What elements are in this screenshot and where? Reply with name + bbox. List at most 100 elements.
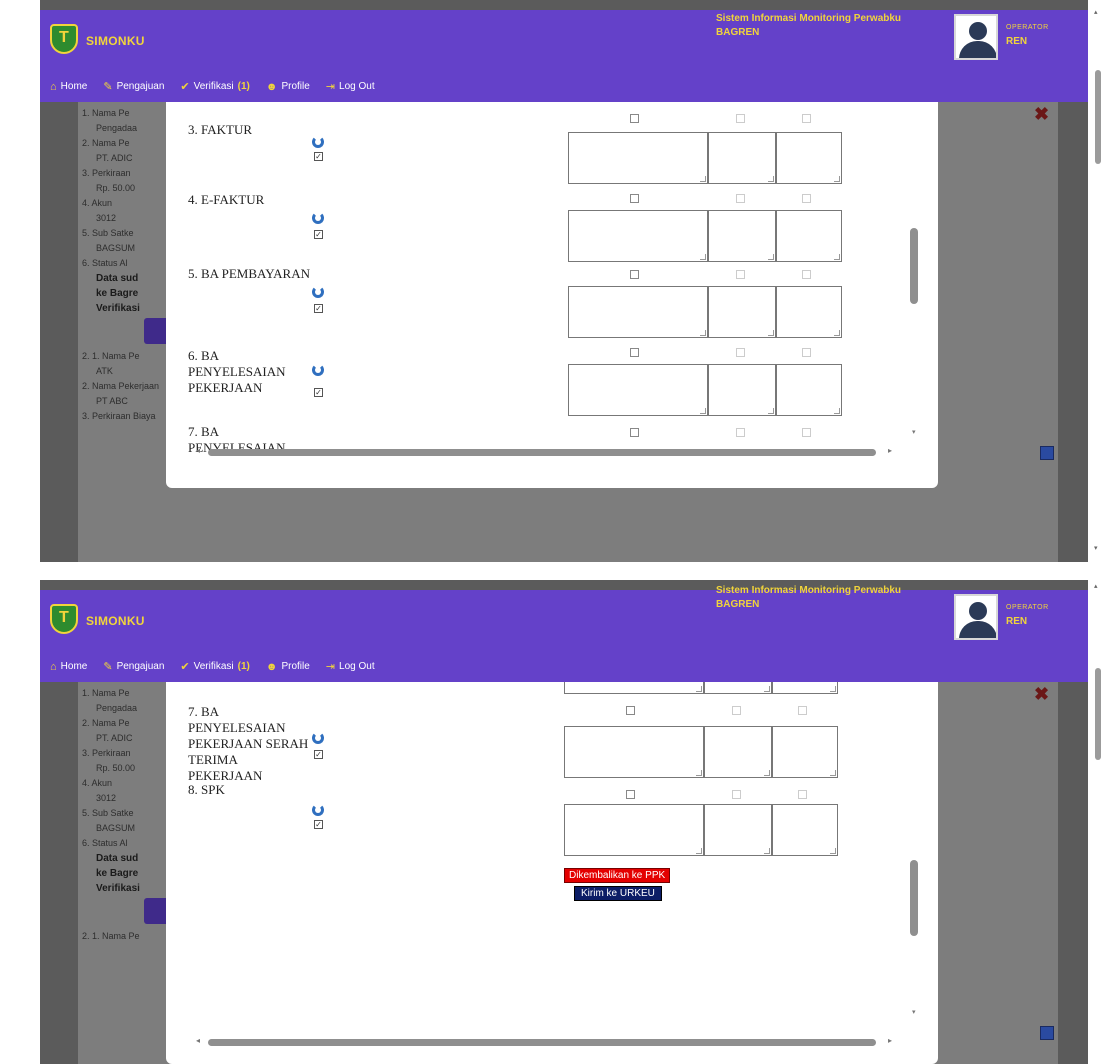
checkbox[interactable] — [626, 790, 635, 799]
checkbox-checked[interactable]: ✓ — [314, 304, 323, 313]
checkbox[interactable] — [626, 706, 635, 715]
checkbox[interactable] — [798, 790, 807, 799]
checkbox[interactable] — [736, 348, 745, 357]
note-textarea[interactable] — [772, 804, 838, 856]
checkbox[interactable] — [736, 428, 745, 437]
send-to-urkeu-button[interactable]: Kirim ke URKEU — [574, 886, 662, 901]
document-verification-modal: 7. BA PENYELESAIAN PEKERJAAN SERAH TERIM… — [166, 672, 938, 1064]
close-icon[interactable]: ✖ — [1034, 684, 1049, 705]
doc-name: 6. BA PENYELESAIAN PEKERJAAN — [188, 348, 286, 395]
checkbox[interactable] — [802, 270, 811, 279]
return-to-ppk-button[interactable]: Dikembalikan ke PPK — [564, 868, 671, 883]
checkbox[interactable] — [630, 348, 639, 357]
screenshot-separator — [0, 562, 1110, 580]
system-title: Sistem Informasi Monitoring Perwabku BAG… — [716, 585, 902, 610]
close-icon[interactable]: ✖ — [1034, 104, 1049, 125]
nav-home[interactable]: ⌂ Home — [50, 80, 87, 93]
scroll-left-icon[interactable]: ◂ — [196, 1036, 200, 1045]
check-icon: ✔ — [180, 661, 190, 673]
avatar[interactable] — [954, 14, 998, 60]
note-textarea[interactable] — [708, 210, 776, 262]
checkbox-checked[interactable] — [1040, 1026, 1054, 1040]
checkbox-checked[interactable]: ✓ — [314, 388, 323, 397]
horizontal-scrollbar[interactable] — [208, 449, 876, 456]
count-badge: (1) — [237, 661, 250, 672]
nav-profile[interactable]: ☻ Profile — [266, 660, 310, 673]
upload-icon[interactable] — [312, 804, 324, 816]
logo-icon: T — [50, 24, 78, 54]
scroll-down-icon[interactable]: ▾ — [912, 1008, 916, 1016]
scroll-up-icon[interactable]: ▴ — [1094, 582, 1098, 590]
checkbox[interactable] — [802, 114, 811, 123]
upload-icon[interactable] — [312, 136, 324, 148]
note-textarea[interactable] — [568, 210, 708, 262]
horizontal-scrollbar[interactable] — [208, 1039, 876, 1046]
logout-icon: ⇥ — [325, 661, 336, 673]
checkbox[interactable] — [736, 114, 745, 123]
nav-home[interactable]: ⌂ Home — [50, 660, 87, 673]
nav-verifikasi[interactable]: ✔ Verifikasi (1) — [180, 660, 249, 673]
scroll-right-icon[interactable]: ▸ — [888, 446, 892, 455]
note-textarea[interactable] — [776, 210, 842, 262]
checkbox-checked[interactable] — [1040, 446, 1054, 460]
checkbox[interactable] — [630, 270, 639, 279]
modal-vertical-scrollbar[interactable] — [910, 860, 918, 936]
checkbox[interactable] — [630, 114, 639, 123]
note-textarea[interactable] — [568, 364, 708, 416]
checkbox[interactable] — [736, 270, 745, 279]
checkbox-checked[interactable]: ✓ — [314, 152, 323, 161]
checkbox-checked[interactable]: ✓ — [314, 820, 323, 829]
doc-name: 5. BA PEMBAYARAN — [188, 266, 310, 281]
note-textarea[interactable] — [772, 726, 838, 778]
scroll-down-icon[interactable]: ▾ — [1094, 544, 1098, 552]
checkbox[interactable] — [798, 706, 807, 715]
note-textarea[interactable] — [564, 804, 704, 856]
brand-name[interactable]: SIMONKU — [86, 614, 145, 628]
pencil-icon: ✎ — [103, 661, 113, 673]
nav-verifikasi[interactable]: ✔ Verifikasi (1) — [180, 80, 249, 93]
modal-vertical-scrollbar[interactable] — [910, 228, 918, 304]
window-scrollbar[interactable] — [1095, 668, 1101, 760]
upload-icon[interactable] — [312, 286, 324, 298]
upload-icon[interactable] — [312, 364, 324, 376]
note-textarea[interactable] — [568, 286, 708, 338]
checkbox[interactable] — [802, 428, 811, 437]
window-scrollbar[interactable] — [1095, 70, 1101, 164]
note-textarea[interactable] — [704, 804, 772, 856]
scroll-down-icon[interactable]: ▾ — [912, 428, 916, 436]
checkbox[interactable] — [732, 706, 741, 715]
document-verification-modal: 3. FAKTUR ✓ 4. E-FAKTUR ✓ 5. BA PEMBAYAR… — [166, 92, 938, 488]
note-textarea[interactable] — [564, 726, 704, 778]
nav-pengajuan[interactable]: ✎ Pengajuan — [103, 660, 164, 673]
checkbox[interactable] — [630, 194, 639, 203]
nav-pengajuan[interactable]: ✎ Pengajuan — [103, 80, 164, 93]
avatar[interactable] — [954, 594, 998, 640]
note-textarea[interactable] — [776, 132, 842, 184]
note-textarea[interactable] — [568, 132, 708, 184]
checkbox[interactable] — [732, 790, 741, 799]
note-textarea[interactable] — [708, 132, 776, 184]
logout-icon: ⇥ — [325, 81, 336, 93]
checkbox[interactable] — [802, 348, 811, 357]
note-textarea[interactable] — [776, 286, 842, 338]
scroll-right-icon[interactable]: ▸ — [888, 1036, 892, 1045]
checkbox[interactable] — [802, 194, 811, 203]
nav-profile[interactable]: ☻ Profile — [266, 80, 310, 93]
note-textarea[interactable] — [708, 286, 776, 338]
upload-icon[interactable] — [312, 732, 324, 744]
note-textarea[interactable] — [708, 364, 776, 416]
checkbox[interactable] — [630, 428, 639, 437]
note-textarea[interactable] — [776, 364, 842, 416]
main-nav: ⌂ Home ✎ Pengajuan ✔ Verifikasi (1) ☻ Profile… — [50, 660, 375, 674]
checkbox-checked[interactable]: ✓ — [314, 750, 323, 759]
note-textarea[interactable] — [704, 726, 772, 778]
scroll-up-icon[interactable]: ▴ — [1094, 8, 1098, 16]
upload-icon[interactable] — [312, 212, 324, 224]
checkbox-checked[interactable]: ✓ — [314, 230, 323, 239]
scroll-left-icon[interactable]: ◂ — [196, 446, 200, 455]
nav-logout[interactable]: ⇥ Log Out — [326, 80, 375, 93]
brand-name[interactable]: SIMONKU — [86, 34, 145, 48]
nav-logout[interactable]: ⇥ Log Out — [326, 660, 375, 673]
checkbox[interactable] — [736, 194, 745, 203]
doc-name: 4. E-FAKTUR — [188, 192, 265, 207]
